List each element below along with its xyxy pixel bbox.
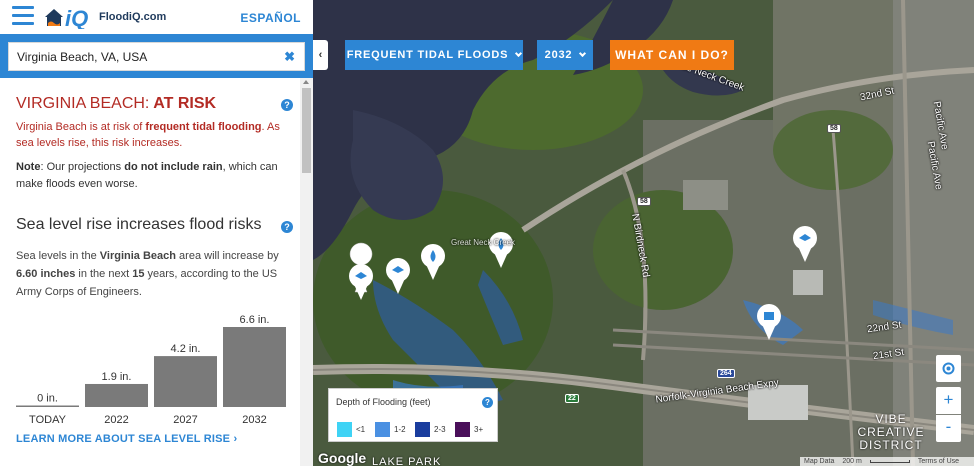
svg-text:iQ: iQ <box>65 6 88 29</box>
chart-category-label: 2022 <box>104 414 128 426</box>
chart-data-label: 1.9 in. <box>102 371 132 383</box>
google-logo: Google <box>318 450 367 466</box>
sea-level-help-icon[interactable]: ? <box>281 221 293 233</box>
legend-label: 2-3 <box>434 425 446 434</box>
chevron-down-icon <box>515 49 523 58</box>
locate-me-button[interactable] <box>936 355 961 382</box>
search-box: ✖ <box>8 42 305 71</box>
learn-more-link[interactable]: LEARN MORE ABOUT SEA LEVEL RISE › <box>16 433 237 445</box>
scenario-label: FREQUENT TIDAL FLOODS <box>346 49 509 61</box>
risk-title: VIRGINIA BEACH: AT RISK <box>16 95 216 113</box>
map-scale: 200 m <box>842 458 862 465</box>
chart-category-label: 2032 <box>242 414 266 426</box>
language-toggle-link[interactable]: ESPAÑOL <box>240 11 301 25</box>
flood-scenario-dropdown[interactable]: FREQUENT TIDAL FLOODS <box>345 40 523 70</box>
chart-data-label: 6.6 in. <box>240 314 270 326</box>
route-22-shield: 22 <box>565 394 579 403</box>
chart-bar <box>16 405 79 407</box>
chart-data-label: 0 in. <box>37 393 58 405</box>
flood-depth-legend: Depth of Flooding (feet) ? <1 1-2 2-3 3+ <box>328 388 498 442</box>
slr-bold: 6.60 inches <box>16 268 76 280</box>
map-label-great-neck-creek: Great Neck Creek <box>451 238 516 247</box>
crosshair-icon <box>942 362 955 375</box>
hamburger-menu-icon[interactable] <box>12 6 34 26</box>
legend-swatch <box>375 422 390 437</box>
note-text: : Our projections <box>40 161 125 173</box>
legend-item: <1 <box>337 422 365 437</box>
risk-title-status: AT RISK <box>149 95 217 112</box>
sea-level-description: Sea levels in the Virginia Beach area wi… <box>16 247 286 301</box>
chart-category-label: TODAY <box>29 414 67 426</box>
what-can-i-do-button[interactable]: WHAT CAN I DO? <box>610 40 734 70</box>
legend-item: 1-2 <box>375 422 406 437</box>
risk-note: Note: Our projections do not include rai… <box>16 159 286 193</box>
chart-category-label: 2027 <box>173 414 197 426</box>
top-bar: iQ FloodiQ.com ESPAÑOL <box>0 0 313 34</box>
risk-desc-text: Virginia Beach is at risk of <box>16 121 146 133</box>
note-bold: do not include rain <box>124 161 223 173</box>
scroll-up-arrow-icon[interactable] <box>303 80 309 84</box>
chart-bar <box>154 356 217 407</box>
risk-description: Virginia Beach is at risk of frequent ti… <box>16 119 286 151</box>
legend-swatch <box>455 422 470 437</box>
risk-title-place: VIRGINIA BEACH: <box>16 95 150 112</box>
zoom-in-button[interactable]: + <box>936 387 961 414</box>
map-label-park: LAKE PARK <box>372 456 442 466</box>
route-264-shield: 264 <box>717 369 735 378</box>
chart-bar <box>223 327 286 407</box>
risk-help-icon[interactable]: ? <box>281 99 293 111</box>
chart-data-label: 4.2 in. <box>171 343 201 355</box>
sea-level-chart: 0 in. TODAY 1.9 in. 2022 4.2 in. 2027 6.6 in. 2… <box>16 314 286 426</box>
collapse-panel-button[interactable]: ‹ <box>313 40 328 70</box>
slr-bold: Virginia Beach <box>99 250 176 262</box>
zoom-out-button[interactable]: - <box>936 415 961 442</box>
map-label-vibe-district: VIBE CREATIVE DISTRICT <box>857 412 925 452</box>
slr-text: area will increase by <box>176 250 279 262</box>
logo-text: FloodiQ.com <box>99 11 167 23</box>
side-panel: iQ FloodiQ.com ESPAÑOL ✖ VIRGINIA BEACH:… <box>0 0 313 466</box>
scale-bar <box>869 460 910 463</box>
legend-title: Depth of Flooding (feet) <box>336 397 431 407</box>
chart-bar <box>85 383 148 407</box>
legend-item: 2-3 <box>415 422 446 437</box>
legend-label: 3+ <box>474 425 484 434</box>
slr-text: in the next <box>75 268 133 280</box>
logo[interactable]: iQ FloodiQ.com <box>43 5 166 29</box>
legend-help-icon[interactable]: ? <box>482 397 493 408</box>
year-dropdown[interactable]: 2032 <box>537 40 593 70</box>
year-label: 2032 <box>544 49 573 61</box>
clear-search-icon[interactable]: ✖ <box>284 49 295 65</box>
legend-swatch <box>415 422 430 437</box>
map-attribution: Map Data 200 m Terms of Use <box>800 457 974 466</box>
risk-desc-bold: frequent tidal flooding <box>145 121 262 133</box>
note-label: Note <box>16 161 41 173</box>
panel-scrollbar[interactable] <box>300 78 313 466</box>
terms-of-use-link[interactable]: Terms of Use <box>918 458 959 465</box>
search-bar: ✖ <box>0 34 313 78</box>
legend-swatch <box>337 422 352 437</box>
chevron-down-icon <box>579 49 587 58</box>
route-58-shield: 58 <box>827 124 841 133</box>
legend-label: 1-2 <box>394 425 406 434</box>
map-data-link[interactable]: Map Data <box>804 458 834 465</box>
slr-bold: 15 <box>132 268 145 280</box>
floodiq-logo-icon: iQ <box>45 6 88 29</box>
slr-text: Sea levels in the <box>16 250 100 262</box>
sea-level-title: Sea level rise increases flood risks <box>16 216 262 233</box>
legend-item: 3+ <box>455 422 483 437</box>
location-search-input[interactable] <box>9 43 274 70</box>
panel-content: VIRGINIA BEACH: AT RISK ? Virginia Beach… <box>0 78 300 466</box>
scrollbar-thumb[interactable] <box>302 88 311 173</box>
legend-label: <1 <box>356 425 366 434</box>
route-58-shield: 58 <box>637 197 651 206</box>
